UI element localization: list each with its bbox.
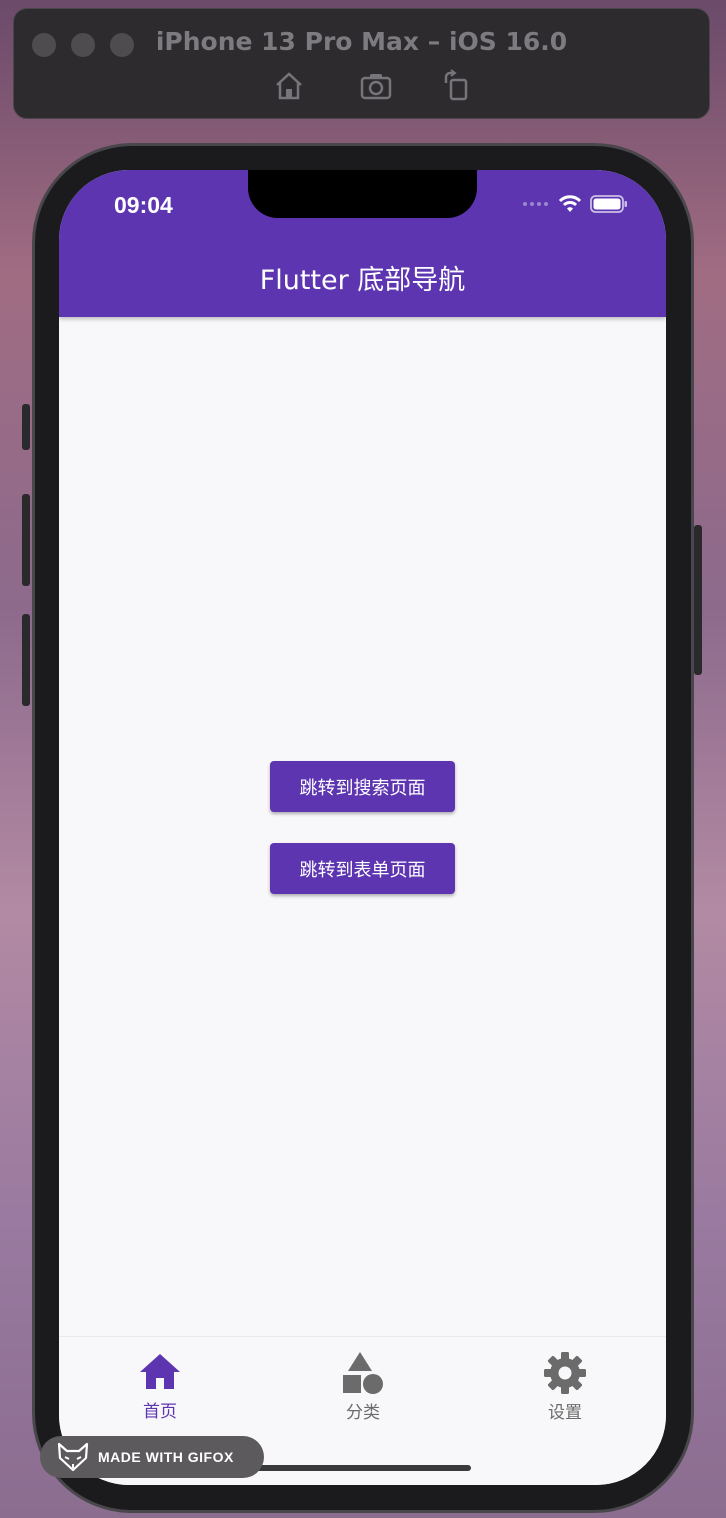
gear-icon	[544, 1352, 586, 1394]
category-shapes-icon	[343, 1352, 383, 1394]
phone-screen: 09:04 Flutter 底部导航 跳转到搜索页面 跳转到表单页面 首页 分类…	[59, 170, 666, 1485]
gifox-watermark: MADE WITH GIFOX	[40, 1436, 264, 1478]
home-indicator[interactable]	[255, 1465, 471, 1471]
status-time: 09:04	[114, 192, 173, 218]
rotate-icon[interactable]	[440, 69, 474, 103]
nav-label-settings: 设置	[548, 1403, 582, 1423]
home-icon[interactable]	[272, 69, 306, 103]
battery-icon	[590, 195, 627, 213]
mute-switch	[22, 404, 30, 450]
volume-down-button	[22, 614, 30, 706]
nav-item-home[interactable]: 首页	[100, 1351, 220, 1422]
fox-logo-icon	[57, 1442, 89, 1472]
go-to-form-page-button[interactable]: 跳转到表单页面	[270, 843, 455, 894]
nav-item-category[interactable]: 分类	[303, 1351, 423, 1423]
gifox-watermark-text: MADE WITH GIFOX	[98, 1449, 234, 1465]
home-icon	[140, 1354, 180, 1389]
power-button	[694, 525, 702, 675]
app-bar: 09:04 Flutter 底部导航	[59, 170, 666, 317]
nav-item-settings[interactable]: 设置	[505, 1351, 625, 1423]
app-title: Flutter 底部导航	[259, 265, 466, 296]
go-to-search-page-button[interactable]: 跳转到搜索页面	[270, 761, 455, 812]
screenshot-icon[interactable]	[359, 69, 393, 103]
nav-label-category: 分类	[346, 1403, 380, 1423]
simulator-title-bar: iPhone 13 Pro Max – iOS 16.0	[13, 8, 710, 119]
volume-up-button	[22, 494, 30, 586]
notch	[248, 170, 477, 218]
wifi-icon	[558, 195, 582, 212]
nav-label-home: 首页	[143, 1402, 177, 1422]
status-icons	[522, 194, 628, 214]
simulator-title: iPhone 13 Pro Max – iOS 16.0	[155, 27, 568, 56]
cellular-dots-icon	[523, 202, 548, 206]
